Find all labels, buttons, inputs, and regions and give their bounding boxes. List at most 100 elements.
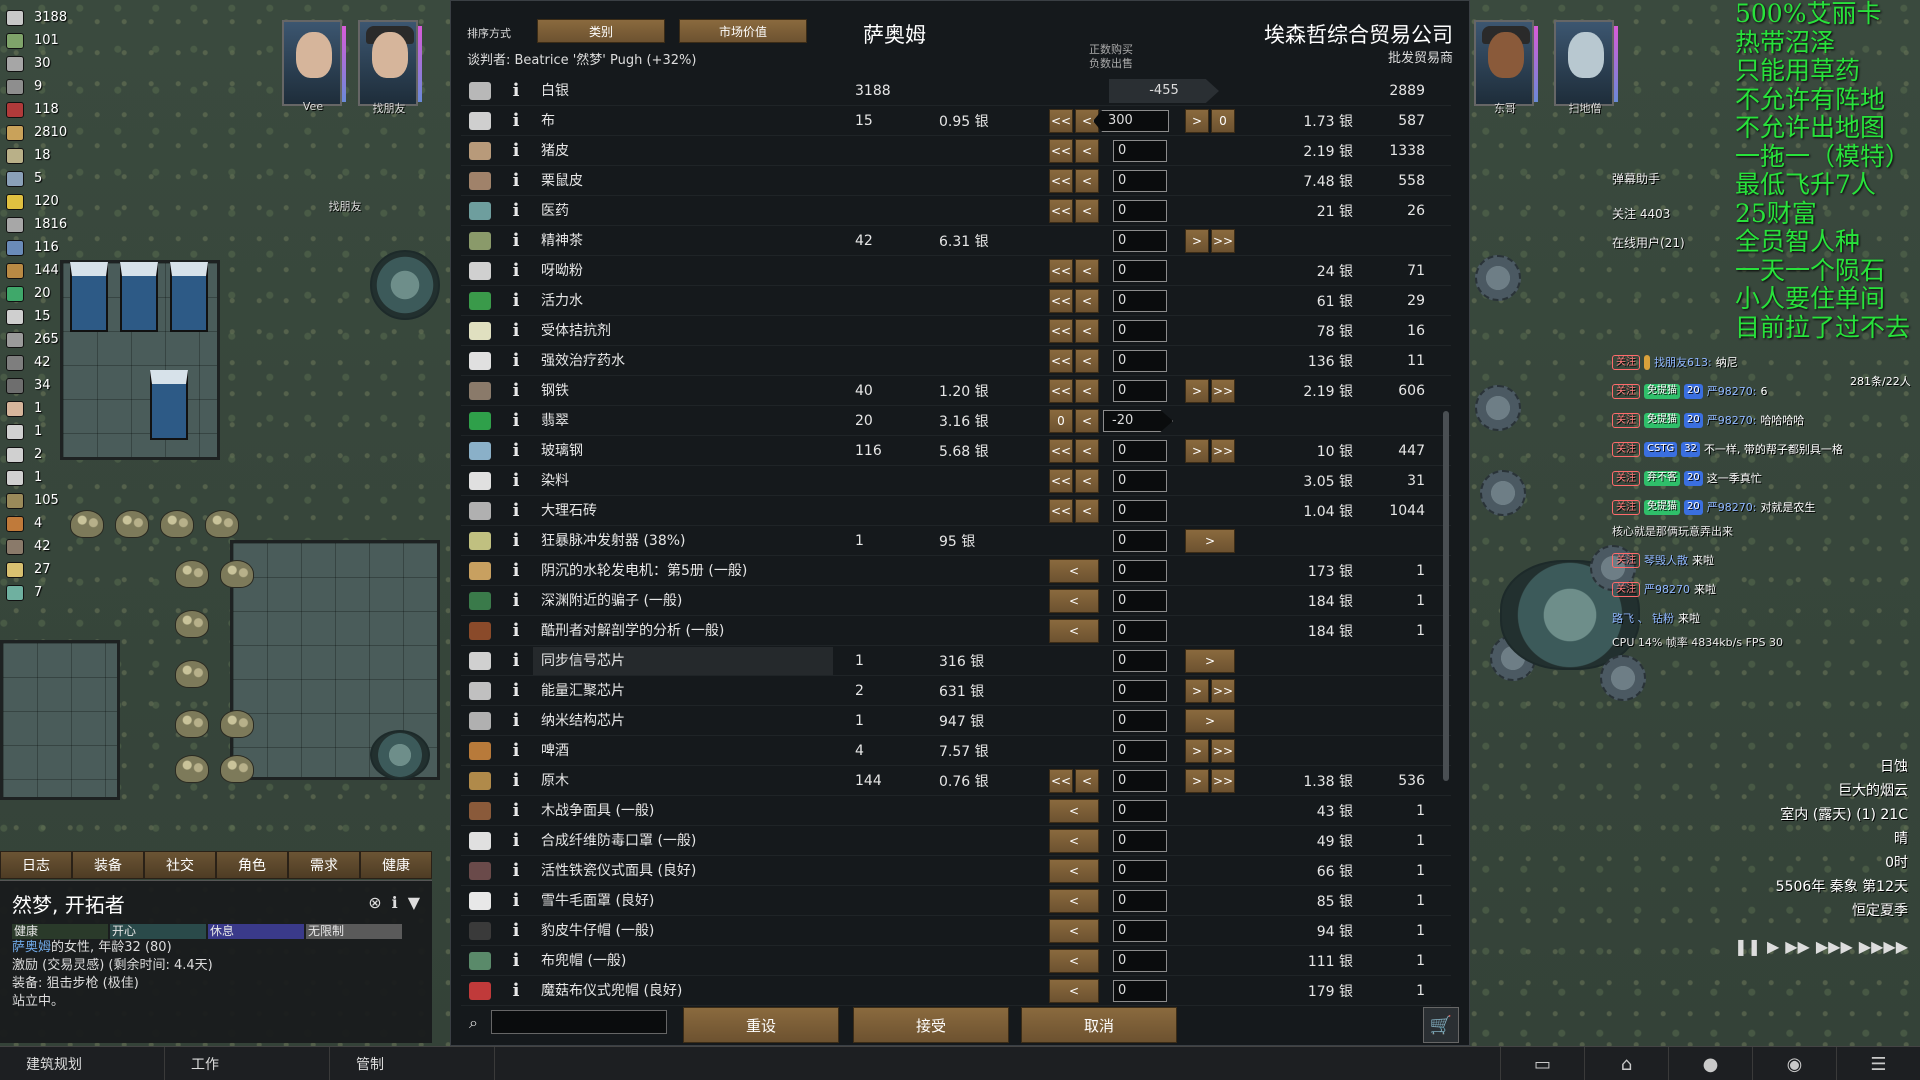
quantity-field[interactable]: 0 <box>1113 740 1167 762</box>
sell-one-button[interactable]: < <box>1075 349 1099 373</box>
info-icon[interactable]: i <box>509 170 523 191</box>
tab-4[interactable]: 需求 <box>288 851 360 879</box>
info-icon[interactable]: i <box>509 830 523 851</box>
resource-row[interactable]: 27 <box>6 558 86 581</box>
resource-row[interactable]: 20 <box>6 282 86 305</box>
quantity-field[interactable]: 0 <box>1113 290 1167 312</box>
sell-one-button[interactable]: < <box>1075 379 1099 403</box>
buy-one-button[interactable]: > <box>1185 529 1235 553</box>
buy-one-button[interactable]: > <box>1185 439 1209 463</box>
sell-all-button[interactable]: << <box>1049 109 1073 133</box>
tab-0[interactable]: 日志 <box>0 851 72 879</box>
sell-one-button[interactable]: < <box>1075 469 1099 493</box>
sell-all-button[interactable]: << <box>1049 319 1073 343</box>
resource-row[interactable]: 30 <box>6 52 86 75</box>
resource-row[interactable]: 4 <box>6 512 86 535</box>
sell-one-button[interactable]: < <box>1075 319 1099 343</box>
quantity-field[interactable]: 0 <box>1113 830 1167 852</box>
colonist-portrait[interactable] <box>282 20 346 106</box>
info-icon[interactable]: i <box>509 950 523 971</box>
info-icon[interactable]: i <box>509 290 523 311</box>
quantity-field[interactable]: 0 <box>1113 200 1167 222</box>
quantity-field[interactable]: 0 <box>1113 260 1167 282</box>
sort-category-button[interactable]: 类别 <box>537 19 665 43</box>
resource-row[interactable]: 34 <box>6 374 86 397</box>
resource-row[interactable]: 5 <box>6 167 86 190</box>
sell-all-button[interactable]: << <box>1049 769 1073 793</box>
resource-row[interactable]: 2 <box>6 443 86 466</box>
sell-all-button[interactable]: << <box>1049 169 1073 193</box>
info-icon[interactable]: i <box>509 680 523 701</box>
resource-row[interactable]: 1 <box>6 397 86 420</box>
quantity-field[interactable]: 0 <box>1113 350 1167 372</box>
sell-one-button[interactable]: < <box>1049 619 1099 643</box>
info-icon[interactable]: i <box>509 890 523 911</box>
info-icon[interactable]: i <box>509 770 523 791</box>
buy-one-button[interactable]: > <box>1185 109 1209 133</box>
info-icon[interactable]: i <box>509 650 523 671</box>
cancel-button[interactable]: 取消 <box>1021 1007 1177 1043</box>
info-icon[interactable]: i <box>509 980 523 1001</box>
quantity-field[interactable]: 0 <box>1113 800 1167 822</box>
info-icon[interactable]: i <box>509 860 523 881</box>
quantity-field[interactable]: 0 <box>1113 950 1167 972</box>
quantity-field[interactable]: 0 <box>1113 590 1167 612</box>
resource-row[interactable]: 2810 <box>6 121 86 144</box>
buy-all-button[interactable]: >> <box>1211 379 1235 403</box>
info-icon[interactable]: i <box>509 260 523 281</box>
colonist-portrait[interactable] <box>1474 20 1538 106</box>
sell-one-button[interactable]: < <box>1049 559 1099 583</box>
sell-all-button[interactable]: << <box>1049 139 1073 163</box>
quantity-field[interactable]: 0 <box>1113 650 1167 672</box>
reset-zero-button[interactable]: 0 <box>1211 109 1235 133</box>
info-icon[interactable]: i <box>509 200 523 221</box>
info-icon[interactable]: i <box>509 710 523 731</box>
accept-button[interactable]: 接受 <box>853 1007 1009 1043</box>
quantity-field[interactable]: 0 <box>1113 140 1167 162</box>
info-icon[interactable]: i <box>509 380 523 401</box>
resource-row[interactable]: 7 <box>6 581 86 604</box>
sell-one-button[interactable]: < <box>1049 799 1099 823</box>
resource-row[interactable]: 1 <box>6 466 86 489</box>
quantity-field[interactable]: 0 <box>1113 710 1167 732</box>
buy-one-button[interactable]: > <box>1185 709 1235 733</box>
info-icon[interactable]: i <box>509 470 523 491</box>
tab-2[interactable]: 社交 <box>144 851 216 879</box>
quantity-field[interactable]: 0 <box>1113 680 1167 702</box>
sell-all-button[interactable]: << <box>1049 349 1073 373</box>
buy-all-button[interactable]: >> <box>1211 439 1235 463</box>
sell-one-button[interactable]: < <box>1075 289 1099 313</box>
info-icon[interactable]: i <box>509 530 523 551</box>
info-icon[interactable]: i <box>509 80 523 101</box>
book-icon[interactable]: ▭ <box>1500 1047 1584 1080</box>
resource-row[interactable]: 116 <box>6 236 86 259</box>
superfast-icon[interactable]: ▶▶▶ <box>1816 937 1853 956</box>
resource-row[interactable]: 18 <box>6 144 86 167</box>
tab-work[interactable]: 工作 <box>165 1047 330 1080</box>
sell-one-button[interactable]: < <box>1049 859 1099 883</box>
info-icon[interactable]: i <box>509 800 523 821</box>
tab-architect[interactable]: 建筑规划 <box>0 1047 165 1080</box>
map-colonist-label[interactable]: 找朋友 <box>310 198 380 214</box>
resource-row[interactable]: 1 <box>6 420 86 443</box>
sell-all-button[interactable]: << <box>1049 439 1073 463</box>
buy-one-button[interactable]: > <box>1185 739 1209 763</box>
quantity-field[interactable]: 0 <box>1113 890 1167 912</box>
colonist-portrait[interactable] <box>358 20 422 106</box>
sell-one-button[interactable]: < <box>1049 919 1099 943</box>
resource-row[interactable]: 42 <box>6 351 86 374</box>
buy-one-button[interactable]: > <box>1185 769 1209 793</box>
resource-row[interactable]: 9 <box>6 75 86 98</box>
quantity-field[interactable]: 0 <box>1113 920 1167 942</box>
quantity-field[interactable]: 0 <box>1113 980 1167 1002</box>
buy-all-button[interactable]: >> <box>1211 769 1235 793</box>
sell-one-button[interactable]: < <box>1075 139 1099 163</box>
tab-5[interactable]: 健康 <box>360 851 432 879</box>
info-icon[interactable]: i <box>509 350 523 371</box>
buy-one-button[interactable]: > <box>1185 649 1235 673</box>
quantity-field[interactable]: 0 <box>1113 470 1167 492</box>
reset-button[interactable]: 重设 <box>683 1007 839 1043</box>
buy-one-button[interactable]: > <box>1185 679 1209 703</box>
menu-icon[interactable]: ☰ <box>1836 1047 1920 1080</box>
scrollbar[interactable] <box>1443 411 1449 781</box>
